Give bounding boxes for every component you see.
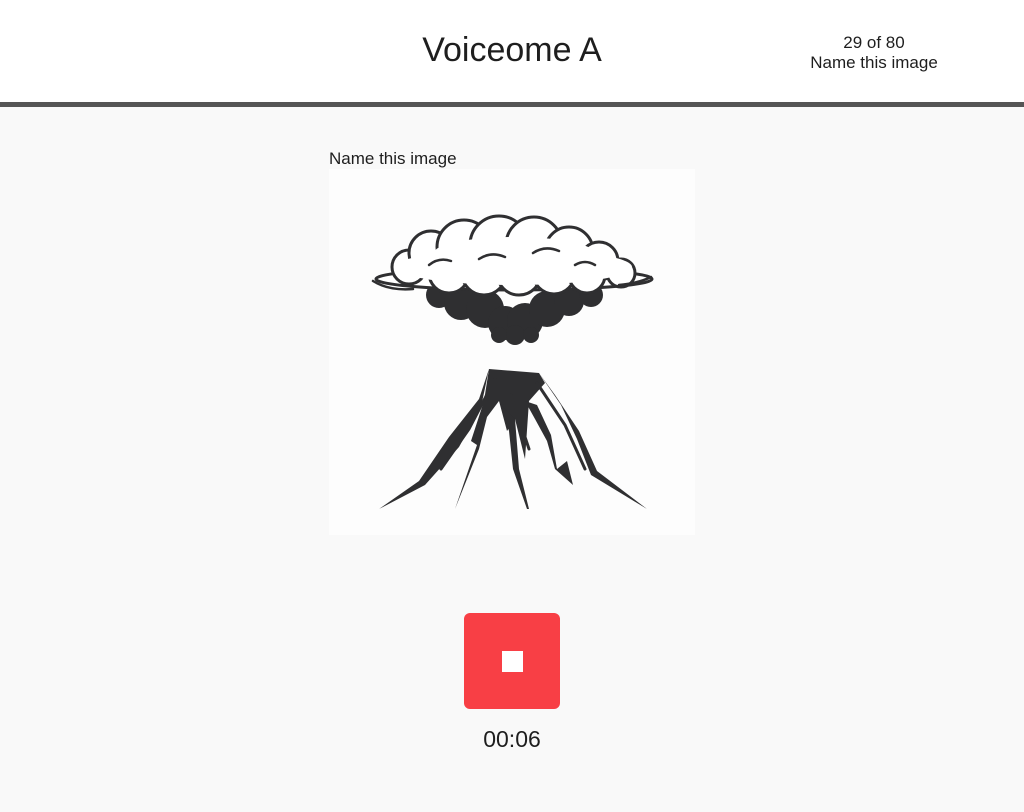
recording-timer: 00:06 [483, 726, 541, 752]
progress-indicator: 29 of 80 Name this image [784, 33, 964, 73]
prompt-label: Name this image [329, 149, 457, 168]
task-name: Name this image [810, 53, 938, 72]
stop-icon [502, 651, 523, 672]
progress-count: 29 of 80 [843, 33, 905, 52]
header-bar: Voiceome A 29 of 80 Name this image [0, 0, 1024, 107]
stop-recording-button[interactable] [464, 613, 560, 709]
volcano-icon [371, 214, 654, 509]
stimulus-image [329, 169, 695, 535]
